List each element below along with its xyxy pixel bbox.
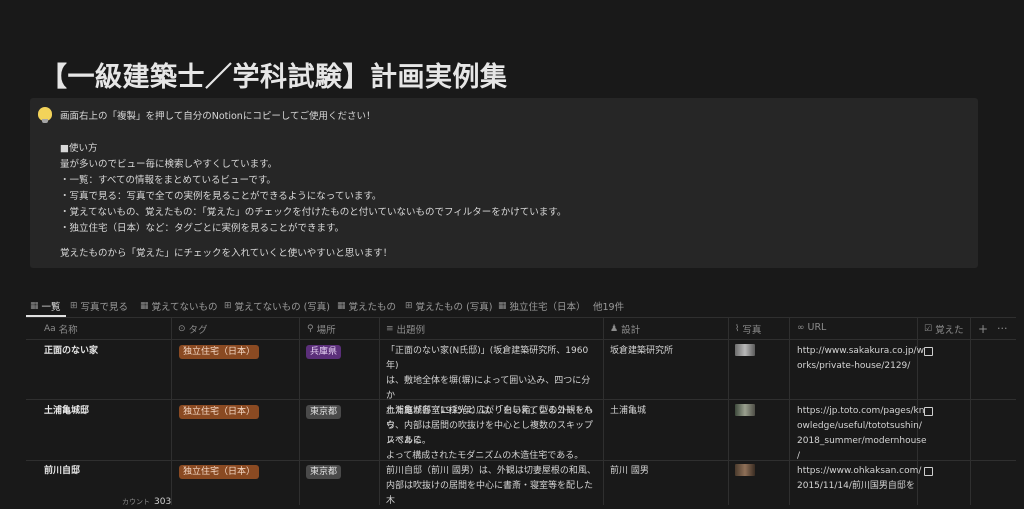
row-count: カウント 303 xyxy=(122,497,172,507)
url-line[interactable]: https://www.ohkaksan.com/ xyxy=(797,464,921,479)
column-header-designer[interactable]: ♟ 設計 xyxy=(610,322,640,336)
url-line[interactable]: / xyxy=(797,449,915,464)
callout-line: 量が多いのでビュー毎に検索しやすくしています。 xyxy=(60,159,278,170)
column-header-source[interactable]: ≡ 出題例 xyxy=(386,322,425,336)
column-divider xyxy=(789,317,790,505)
url-line[interactable]: orks/private-house/2129/ xyxy=(797,359,915,374)
gallery-icon: ⊞ xyxy=(224,301,232,311)
learned-checkbox[interactable] xyxy=(924,347,933,356)
learned-checkbox[interactable] xyxy=(924,467,933,476)
table-icon: ▦ xyxy=(498,301,507,311)
url-line[interactable]: https://jp.toto.com/pages/kn xyxy=(797,404,924,419)
text-lines-icon: ≡ xyxy=(386,324,394,334)
source-line: 土浦亀城邸（1935年）は、「白い箱」型の外観をも xyxy=(386,406,594,416)
source-line: よって構成されたモダニズムの木造住宅である。 xyxy=(386,451,584,461)
tab-not-learned-photos[interactable]: ⊞ 覚えてないもの (写真) xyxy=(224,299,330,313)
link-icon: ∞ xyxy=(797,322,805,333)
column-header-photo[interactable]: ⌇ 写真 xyxy=(735,322,761,336)
column-divider xyxy=(970,317,971,505)
column-header-tag[interactable]: ⊙ タグ xyxy=(178,322,208,336)
column-header-place[interactable]: ⚲ 場所 xyxy=(307,322,336,336)
callout-line: ・写真で見る：写真で全ての実例を見ることができるようになっています。 xyxy=(60,191,382,202)
callout-line: ・覚えてないもの、覚えたもの：「覚えた」のチェックを付けたものと付いていないもの… xyxy=(60,207,567,218)
text-type-icon: Aa xyxy=(44,324,56,334)
row-name[interactable]: 土浦亀城邸 xyxy=(44,404,89,419)
row-name[interactable]: 前川自邸 xyxy=(44,464,80,479)
callout-line: 覚えたものから「覚えた」にチェックを入れていくと使いやすいと思います！ xyxy=(60,248,393,259)
column-divider xyxy=(603,317,604,505)
location-pin-icon: ⚲ xyxy=(307,324,314,334)
callout-line: ・一覧：すべての情報をまとめているビューです。 xyxy=(60,175,276,186)
column-header-name[interactable]: Aa 名称 xyxy=(44,322,78,336)
checkbox-icon: ☑ xyxy=(924,324,933,334)
designer-cell[interactable]: 坂倉建築研究所 xyxy=(610,344,673,359)
learned-checkbox[interactable] xyxy=(924,407,933,416)
photo-thumbnail[interactable] xyxy=(735,404,755,416)
header-border xyxy=(26,339,1016,340)
photo-thumbnail[interactable] xyxy=(735,344,755,356)
source-line: は、敷地全体を塀(塀)によって囲い込み、四つに分か xyxy=(386,376,591,401)
column-header-url[interactable]: ∞ URL xyxy=(797,322,826,333)
plus-icon: + xyxy=(978,322,989,336)
table-top-border xyxy=(26,317,1016,318)
callout-line: ■使い方 xyxy=(60,143,98,154)
column-divider xyxy=(299,317,300,505)
source-line: ち、内部は居間の吹抜けを中心とし複数のスキップレベルに xyxy=(386,421,594,446)
person-icon: ♟ xyxy=(610,324,619,334)
source-line: 前川自邸（前川 國男）は、外観は切妻屋根の和風、 xyxy=(386,466,596,476)
column-divider xyxy=(379,317,380,505)
add-column-button[interactable]: + xyxy=(978,322,988,336)
designer-cell[interactable]: 土浦亀城 xyxy=(610,404,646,419)
tab-detached-house[interactable]: ▦ 独立住宅（日本） xyxy=(498,299,586,313)
callout-line: 画面右上の「複製」を押して自分のNotionにコピーしてご使用ください！ xyxy=(60,111,376,122)
tab-photos[interactable]: ⊞ 写真で見る xyxy=(70,299,128,313)
tag-badge[interactable]: 独立住宅（日本） xyxy=(179,345,260,359)
lightbulb-icon xyxy=(38,107,52,123)
table-icon: ▦ xyxy=(30,301,39,311)
url-line[interactable]: http://www.sakakura.co.jp/w xyxy=(797,344,924,359)
table-icon: ▦ xyxy=(337,301,346,311)
tab-learned-photos[interactable]: ⊞ 覚えたもの (写真) xyxy=(405,299,492,313)
select-icon: ⊙ xyxy=(178,324,186,334)
gallery-icon: ⊞ xyxy=(70,301,78,311)
url-line[interactable]: owledge/useful/tototsushin/ xyxy=(797,419,922,434)
url-line[interactable]: 2015/11/14/前川国男自邸を xyxy=(797,479,915,494)
tag-badge[interactable]: 独立住宅（日本） xyxy=(179,405,260,419)
column-header-learned[interactable]: ☑ 覚えた xyxy=(924,322,964,336)
column-divider xyxy=(728,317,729,505)
photo-thumbnail[interactable] xyxy=(735,464,755,476)
page-title: 【一級建築士／学科試験】計画実例集 xyxy=(40,62,508,93)
url-line[interactable]: 2018_summer/modernhouse xyxy=(797,434,927,449)
callout-line: ・独立住宅（日本）など：タグごとに実例を見ることができます。 xyxy=(60,223,345,234)
table-icon: ▦ xyxy=(140,301,149,311)
place-badge[interactable]: 兵庫県 xyxy=(306,345,342,359)
source-line: 「正面のない家(N氏邸)」(坂倉建築研究所、1960年) xyxy=(386,346,589,371)
more-options-button[interactable]: ··· xyxy=(997,322,1008,335)
designer-cell[interactable]: 前川 國男 xyxy=(610,464,649,479)
row-name[interactable]: 正面のない家 xyxy=(44,344,98,359)
column-divider xyxy=(171,317,172,505)
paperclip-icon: ⌇ xyxy=(735,324,740,334)
info-callout: 画面右上の「複製」を押して自分のNotionにコピーしてご使用ください！ ■使い… xyxy=(30,98,978,268)
tab-more[interactable]: 他19件 xyxy=(593,299,624,313)
tab-all[interactable]: ▦ 一覧 xyxy=(30,299,61,313)
tag-badge[interactable]: 独立住宅（日本） xyxy=(179,465,260,479)
tab-learned[interactable]: ▦ 覚えたもの xyxy=(337,299,396,313)
gallery-icon: ⊞ xyxy=(405,301,413,311)
place-badge[interactable]: 東京都 xyxy=(306,405,342,419)
tab-not-learned[interactable]: ▦ 覚えてないもの xyxy=(140,299,218,313)
place-badge[interactable]: 東京都 xyxy=(306,465,342,479)
ellipsis-icon: ··· xyxy=(997,322,1008,335)
